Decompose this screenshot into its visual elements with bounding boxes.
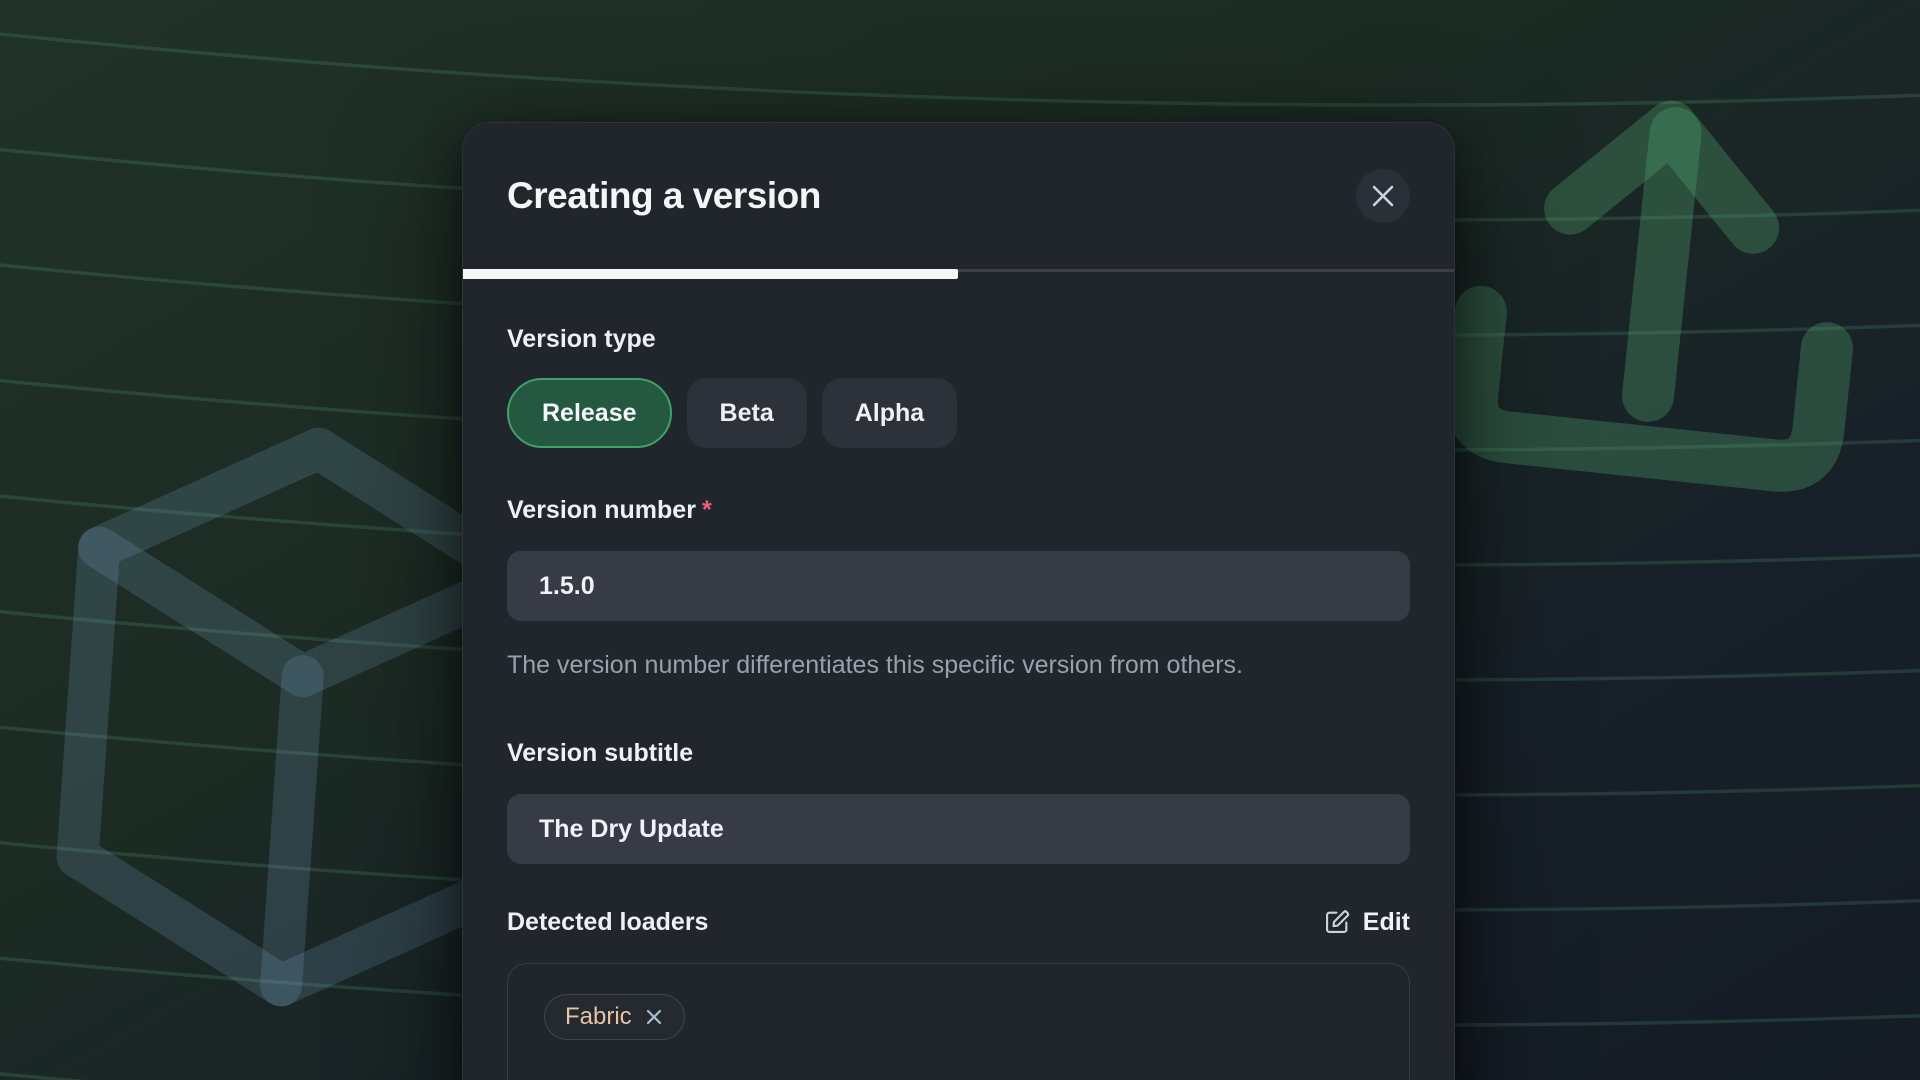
page-background: Creating a version Version type Release … bbox=[0, 0, 1920, 1080]
detected-loaders-label: Detected loaders bbox=[507, 907, 708, 937]
version-type-beta-button[interactable]: Beta bbox=[687, 378, 807, 448]
edit-loaders-button[interactable]: Edit bbox=[1323, 908, 1410, 937]
modal-header: Creating a version bbox=[463, 123, 1454, 269]
pencil-square-icon bbox=[1323, 908, 1351, 936]
modal-body: Version type Release Beta Alpha Version … bbox=[463, 324, 1454, 1080]
detected-loaders-row: Detected loaders Edit bbox=[507, 904, 1410, 940]
progress-bar bbox=[463, 269, 1454, 281]
edit-label: Edit bbox=[1363, 908, 1410, 937]
detected-loaders-box: Fabric bbox=[507, 963, 1410, 1080]
upload-arrow-icon bbox=[1468, 109, 1848, 470]
close-icon bbox=[1370, 183, 1396, 209]
version-type-label: Version type bbox=[507, 324, 1410, 354]
version-subtitle-input[interactable] bbox=[507, 794, 1410, 864]
version-type-options: Release Beta Alpha bbox=[507, 378, 1410, 448]
version-number-input[interactable] bbox=[507, 551, 1410, 621]
modal-title: Creating a version bbox=[507, 175, 821, 217]
required-asterisk: * bbox=[702, 496, 712, 524]
remove-fabric-button[interactable] bbox=[644, 1007, 664, 1027]
version-type-release-button[interactable]: Release bbox=[507, 378, 672, 448]
create-version-modal: Creating a version Version type Release … bbox=[462, 122, 1455, 1080]
version-type-alpha-button[interactable]: Alpha bbox=[822, 378, 957, 448]
loader-chip-label: Fabric bbox=[565, 1003, 632, 1031]
version-number-label: Version number* bbox=[507, 495, 1410, 525]
version-subtitle-label: Version subtitle bbox=[507, 738, 1410, 768]
version-number-help: The version number differentiates this s… bbox=[507, 647, 1372, 683]
loader-chip-fabric: Fabric bbox=[544, 994, 685, 1040]
version-number-label-text: Version number bbox=[507, 496, 696, 524]
close-button[interactable] bbox=[1356, 169, 1410, 223]
progress-fill bbox=[463, 269, 958, 279]
remove-icon bbox=[644, 1007, 664, 1027]
